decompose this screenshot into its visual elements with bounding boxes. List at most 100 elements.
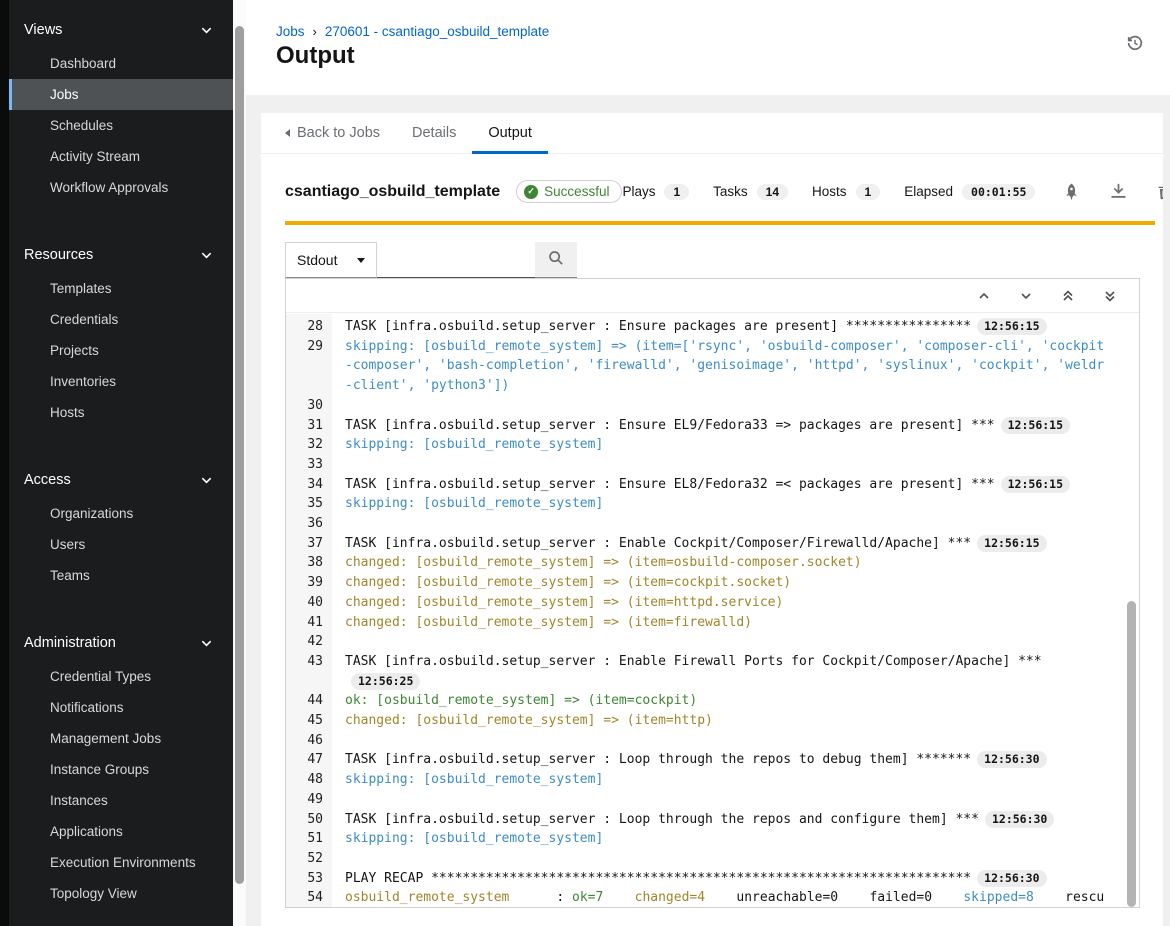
line-content: skipping: [osbuild_remote_system] => (it… [332,337,1139,396]
sidebar-item-execution-environments[interactable]: Execution Environments [9,847,233,878]
rocket-icon[interactable] [1063,183,1080,200]
sidebar-item-hosts[interactable]: Hosts [9,397,233,428]
sidebar-item-credentials[interactable]: Credentials [9,304,233,335]
line-number: 41 [286,613,332,633]
status-badge[interactable]: ✓ Successful [516,180,622,203]
line-content: changed: [osbuild_remote_system] => (ite… [332,613,1139,633]
search-icon [548,250,564,269]
chevron-down-icon [200,637,213,650]
console-text-segment: TASK [infra.osbuild.setup_server : Loop … [345,812,979,827]
trash-icon[interactable] [1157,183,1163,200]
stat-label: Hosts [812,184,847,199]
sidebar-scrollbar[interactable] [233,0,246,926]
angle-double-up-icon[interactable] [1061,289,1075,303]
line-number: 36 [286,514,332,534]
sidebar-section-toggle-resources[interactable]: Resources [9,241,233,273]
tab-label: Output [488,125,532,141]
console-line: 38changed: [osbuild_remote_system] => (i… [286,553,1139,573]
sidebar-item-topology-view[interactable]: Topology View [9,878,233,909]
download-icon[interactable] [1110,183,1127,200]
console-line: 48 skipping: [osbuild_remote_system] [286,770,1139,790]
console-text-segment: PLAY RECAP *****************************… [345,871,971,886]
sidebar-section-toggle-access[interactable]: Access [9,466,233,498]
line-number: 37 [286,534,332,554]
line-number: 49 [286,790,332,810]
line-number: 29 [286,337,332,396]
line-number: 30 [286,396,332,416]
main-area: Jobs › 270601 - csantiago_osbuild_templa… [246,0,1170,926]
line-number: 32 [286,435,332,455]
sidebar-item-inventories[interactable]: Inventories [9,366,233,397]
console-text-segment: changed: [osbuild_remote_system] => (ite… [345,575,791,590]
console-line: 39 changed: [osbuild_remote_system] => (i… [286,573,1139,593]
line-number: 45 [286,711,332,731]
console-text-segment [603,890,634,905]
line-content: changed: [osbuild_remote_system] => (ite… [332,711,1139,731]
timestamp-badge: 12:56:30 [977,870,1046,887]
console-line: 35skipping: [osbuild_remote_system] [286,494,1139,514]
sidebar-item-instances[interactable]: Instances [9,785,233,816]
status-label: Successful [544,184,609,199]
tab-output[interactable]: Output [472,113,548,153]
search-input[interactable] [377,242,535,278]
sidebar-item-organizations[interactable]: Organizations [9,498,233,529]
timestamp-badge: 12:56:30 [977,751,1046,768]
chevron-down-icon [200,249,213,262]
tab-details[interactable]: Details [396,113,472,153]
console-scrollbar-thumb[interactable] [1127,601,1136,907]
sidebar-item-activity-stream[interactable]: Activity Stream [9,141,233,172]
line-content [332,514,1139,534]
line-content: TASK [infra.osbuild.setup_server : Ensur… [332,475,1139,495]
console-line: 29skipping: [osbuild_remote_system] => (… [286,337,1139,396]
tab-back-to-jobs[interactable]: Back to Jobs [269,113,396,153]
breadcrumb-job-link[interactable]: 270601 - csantiago_osbuild_template [325,24,549,39]
sidebar-item-instance-groups[interactable]: Instance Groups [9,754,233,785]
sidebar-item-workflow-approvals[interactable]: Workflow Approvals [9,172,233,203]
console-text-segment: skipping: [osbuild_remote_system] [345,772,603,787]
sidebar-item-management-jobs[interactable]: Management Jobs [9,723,233,754]
sidebar: ViewsDashboardJobsSchedulesActivity Stre… [0,0,233,926]
page-header: Jobs › 270601 - csantiago_osbuild_templa… [246,0,1170,95]
breadcrumb-separator: › [313,24,317,39]
console-text-segment: TASK [infra.osbuild.setup_server : Enabl… [345,654,1042,669]
breadcrumb-jobs-link[interactable]: Jobs [276,24,305,39]
console-line: 34TASK [infra.osbuild.setup_server : Ens… [286,475,1139,495]
sidebar-item-dashboard[interactable]: Dashboard [9,48,233,79]
line-number: 51 [286,829,332,849]
job-actions [1063,183,1163,200]
console-line: 44ok: [osbuild_remote_system] => (item=c… [286,691,1139,711]
console-line: 41changed: [osbuild_remote_system] => (i… [286,613,1139,633]
sidebar-section-toggle-administration[interactable]: Administration [9,629,233,661]
history-icon[interactable] [1126,34,1144,55]
sidebar-item-applications[interactable]: Applications [9,816,233,847]
console-text-segment: osbuild_remote_system [345,890,509,905]
line-number: 48 [286,770,332,790]
sidebar-item-notifications[interactable]: Notifications [9,692,233,723]
sidebar-item-teams[interactable]: Teams [9,560,233,591]
console-text-segment: ok: [osbuild_remote_system] => (item=coc… [345,693,697,708]
line-number: 50 [286,810,332,830]
line-content: skipping: [osbuild_remote_system] [332,770,1139,790]
line-number: 34 [286,475,332,495]
tab-bar: Back to JobsDetails Output [261,113,1163,154]
search-button[interactable] [535,242,577,278]
angle-up-icon[interactable] [977,289,991,303]
stdout-filter-select[interactable]: Stdout [285,242,377,278]
sidebar-item-credential-types[interactable]: Credential Types [9,661,233,692]
sidebar-item-projects[interactable]: Projects [9,335,233,366]
line-number: 39 [286,573,332,593]
angle-double-down-icon[interactable] [1103,289,1117,303]
sidebar-item-jobs[interactable]: Jobs [9,79,233,110]
sidebar-scrollbar-thumb[interactable] [235,26,244,884]
sidebar-item-templates[interactable]: Templates [9,273,233,304]
output-filter-row: Stdout [285,242,1163,278]
sidebar-item-users[interactable]: Users [9,529,233,560]
stat-label: Tasks [713,184,748,199]
line-content [332,396,1139,416]
line-content: PLAY RECAP *****************************… [332,869,1139,889]
sidebar-section-toggle-views[interactable]: Views [9,16,233,48]
angle-down-icon[interactable] [1019,289,1033,303]
sidebar-item-schedules[interactable]: Schedules [9,110,233,141]
breadcrumb: Jobs › 270601 - csantiago_osbuild_templa… [276,24,549,39]
line-content: skipping: [osbuild_remote_system] [332,435,1139,455]
